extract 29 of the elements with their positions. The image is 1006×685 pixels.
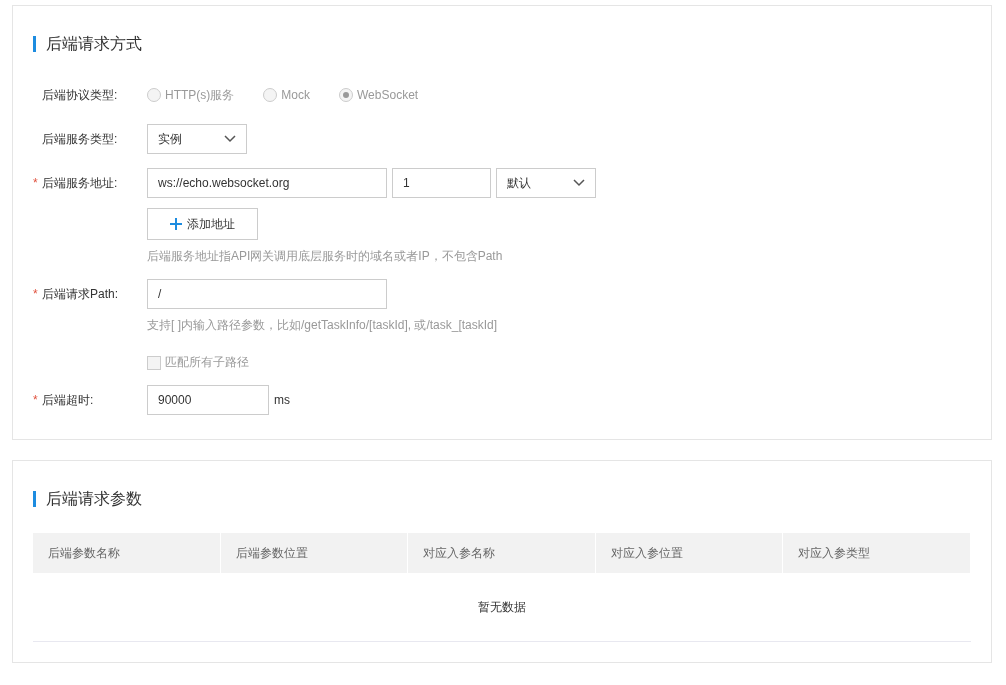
hint-text: 后端服务地址指API网关调用底层服务时的域名或者IP，不包含Path <box>147 248 504 265</box>
mode-select[interactable]: 默认 <box>496 168 596 198</box>
column-header: 对应入参位置 <box>595 533 784 573</box>
required-mark: * <box>33 176 39 190</box>
field-label: 后端协议类型: <box>42 86 118 104</box>
field-label: 后端服务地址: <box>42 174 118 192</box>
column-header: 后端参数名称 <box>33 533 221 573</box>
empty-text: 暂无数据 <box>477 598 527 616</box>
chevron-down-icon <box>573 179 585 187</box>
service-type-select[interactable]: 实例 <box>147 124 247 154</box>
field-label: 后端请求Path: <box>42 285 119 303</box>
path-input[interactable]: / <box>147 279 387 309</box>
required-mark: * <box>33 393 39 407</box>
required-mark: * <box>33 287 39 301</box>
hint-text: 支持[ ]内输入路径参数，比如/getTaskInfo/[taskId], 或/task_[taskId] <box>147 317 498 334</box>
plus-icon <box>170 218 182 230</box>
address-input[interactable]: ws://echo.websocket.org <box>147 168 387 198</box>
column-header: 后端参数位置 <box>220 533 409 573</box>
add-address-button[interactable]: 添加地址 <box>147 208 258 240</box>
field-label: 后端超时: <box>42 391 94 409</box>
chevron-down-icon <box>224 135 236 143</box>
weight-input[interactable]: 1 <box>392 168 491 198</box>
field-label: 后端服务类型: <box>42 130 118 148</box>
column-header: 对应入参类型 <box>783 533 971 573</box>
section-title: 后端请求方式 <box>33 36 971 52</box>
unit-text: ms <box>274 393 290 407</box>
column-header: 对应入参名称 <box>408 533 596 573</box>
section-title: 后端请求参数 <box>33 491 971 507</box>
timeout-input[interactable]: 90000 <box>147 385 269 415</box>
